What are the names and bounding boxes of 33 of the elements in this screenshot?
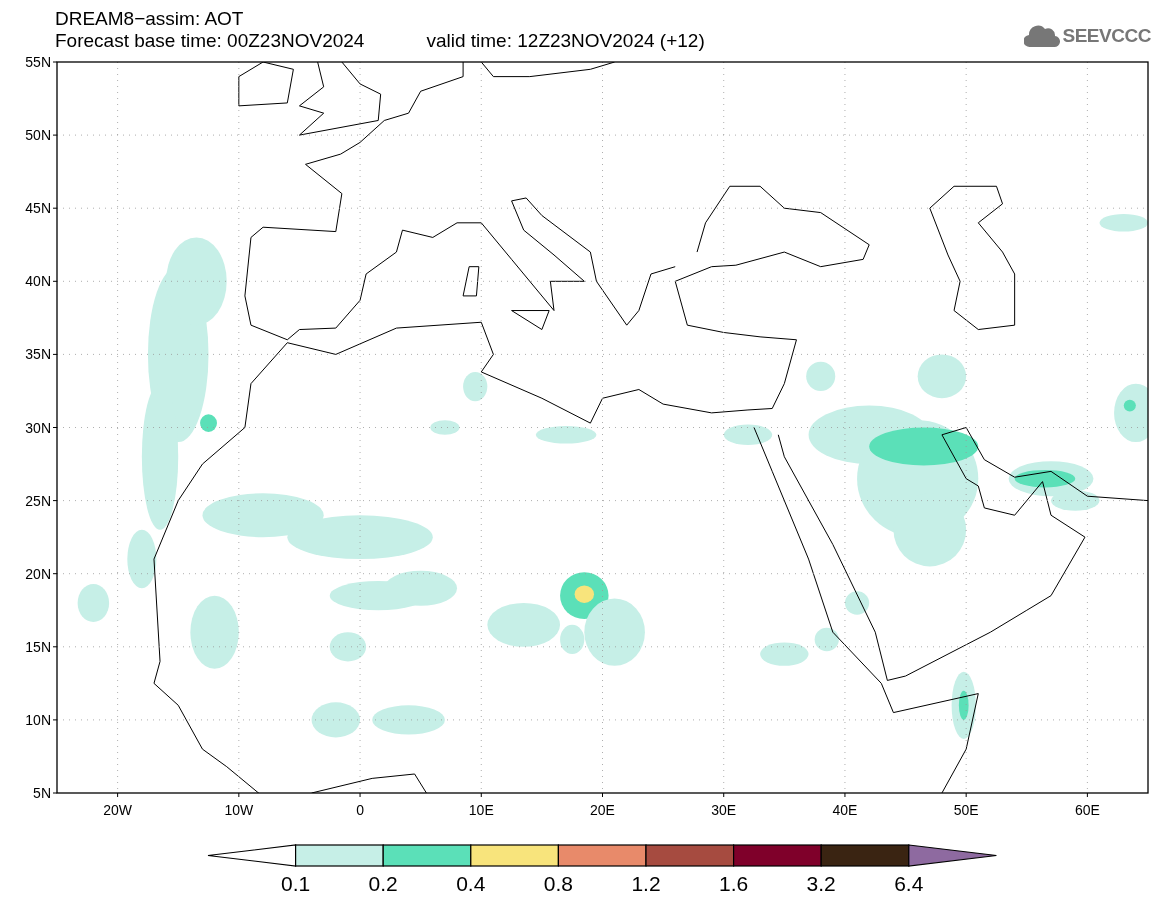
longitude-label: 30E <box>711 802 737 818</box>
longitude-label: 60E <box>1074 802 1100 818</box>
logo-text: SEEVCCC <box>1062 24 1151 48</box>
longitude-label: 0 <box>356 802 364 818</box>
valid-time-label: valid time: 12Z23NOV2024 (+12) <box>426 30 705 52</box>
latitude-label: 50N <box>25 127 51 144</box>
colorbar-label: 6.4 <box>894 872 924 895</box>
latitude-label: 55N <box>25 55 51 70</box>
colorbar-label: 0.4 <box>456 872 486 895</box>
colorbar-label: 1.6 <box>719 872 749 895</box>
latitude-label: 30N <box>25 419 51 436</box>
colorbar-label: 3.2 <box>806 872 836 895</box>
base-time-label: Forecast base time: 00Z23NOV2024 <box>55 30 365 52</box>
colorbar-label: 0.8 <box>543 872 573 895</box>
latitude-label: 15N <box>25 638 51 655</box>
longitude-label: 10E <box>468 802 494 818</box>
latitude-label: 45N <box>25 200 51 217</box>
longitude-label: 40E <box>832 802 858 818</box>
latitude-label: 10N <box>25 711 51 728</box>
longitude-label: 10W <box>224 802 254 818</box>
cloud-icon <box>1024 23 1061 50</box>
colorbar-label: 0.1 <box>281 872 311 895</box>
latitude-label: 40N <box>25 273 51 290</box>
latitude-label: 35N <box>25 346 51 363</box>
colorbar-label: 1.2 <box>631 872 661 895</box>
colorbar-label: 0.2 <box>368 872 398 895</box>
latitude-label: 20N <box>25 565 51 582</box>
longitude-label: 20W <box>103 802 132 818</box>
longitude-label: 50E <box>953 802 979 818</box>
latitude-label: 25N <box>25 492 51 509</box>
chart-title: DREAM8−assim: AOT <box>55 8 245 30</box>
longitude-label: 20E <box>590 802 615 818</box>
latitude-label: 5N <box>33 785 51 801</box>
